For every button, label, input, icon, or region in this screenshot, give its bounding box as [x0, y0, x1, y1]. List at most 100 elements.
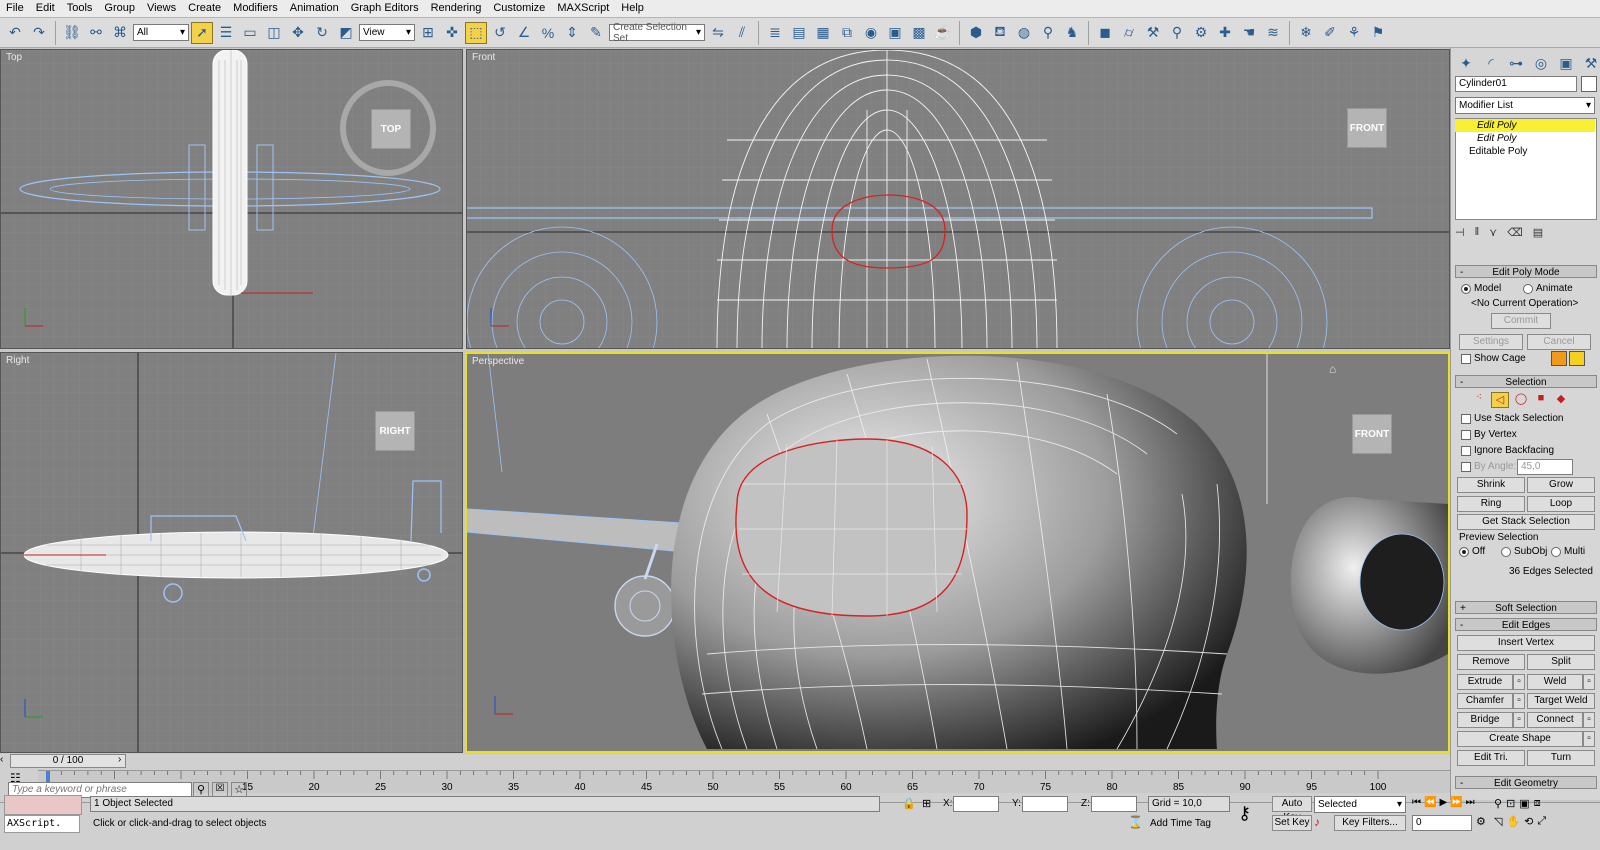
- settings-button[interactable]: Settings: [1459, 334, 1523, 350]
- viewport-right[interactable]: Right RIGHT: [0, 352, 463, 753]
- box-icon[interactable]: ◼: [1094, 22, 1116, 44]
- connect-settings-icon[interactable]: ▫: [1583, 712, 1595, 728]
- add-time-tag-label[interactable]: Add Time Tag: [1150, 818, 1211, 829]
- object-color-swatch[interactable]: [1581, 76, 1597, 92]
- remove-button[interactable]: Remove: [1457, 654, 1525, 670]
- wave-icon[interactable]: ≋: [1262, 22, 1284, 44]
- menu-modifiers[interactable]: Modifiers: [227, 0, 284, 17]
- set-key-icon[interactable]: ⚷: [1238, 803, 1251, 824]
- track-bar[interactable]: 5101520253035404550556065707580859095100: [38, 770, 1450, 793]
- preview-subobj-radio[interactable]: SubObj: [1501, 546, 1547, 557]
- modify-tab-icon[interactable]: ◜: [1480, 52, 1502, 74]
- auto-key-button[interactable]: Auto Key: [1272, 796, 1312, 823]
- named-selection-set-dropdown[interactable]: Create Selection Set ▾: [609, 22, 705, 44]
- border-icon[interactable]: ◯: [1513, 392, 1529, 406]
- rollout-soft-selection[interactable]: + Soft Selection: [1455, 601, 1597, 614]
- z-coordinate-field[interactable]: [1091, 796, 1137, 812]
- curve-editor-icon[interactable]: ▦: [812, 22, 834, 44]
- rotate-icon[interactable]: ↻: [311, 22, 333, 44]
- menu-tools[interactable]: Tools: [61, 0, 99, 17]
- cage-selected-color-swatch[interactable]: [1569, 351, 1585, 366]
- keyboard-shortcut-override-icon[interactable]: ⬚: [465, 21, 487, 44]
- viewport-front[interactable]: Front FRONT: [466, 49, 1450, 349]
- select-manipulate-icon[interactable]: ✜: [441, 22, 463, 44]
- preview-off-radio[interactable]: Off: [1459, 546, 1485, 557]
- stack-item-editable-poly[interactable]: Editable Poly: [1455, 145, 1595, 158]
- create-tab-icon[interactable]: ✦: [1455, 52, 1477, 74]
- bridge-button[interactable]: Bridge: [1457, 712, 1513, 728]
- menu-help[interactable]: Help: [615, 0, 650, 17]
- edge-icon[interactable]: ◁: [1491, 392, 1509, 408]
- time-slider-prev-icon[interactable]: ‹: [0, 754, 3, 765]
- schematic-view-icon[interactable]: ⧉: [836, 22, 858, 44]
- commit-button[interactable]: Commit: [1491, 313, 1551, 329]
- orbit-icon[interactable]: ⟲: [1524, 815, 1533, 828]
- maxscript-listener-mini[interactable]: [4, 795, 82, 815]
- select-object-icon[interactable]: ➚: [191, 21, 213, 44]
- show-end-result-icon[interactable]: ‖: [1475, 226, 1480, 239]
- zoom-icon[interactable]: ⚲: [1494, 797, 1502, 810]
- viewport-top-label[interactable]: Top: [6, 52, 22, 63]
- window-crossing-icon[interactable]: ◫: [263, 22, 285, 44]
- weld-settings-icon[interactable]: ▫: [1583, 674, 1595, 690]
- pin-stack-icon[interactable]: ⊣: [1455, 226, 1465, 239]
- cage-color-swatch[interactable]: [1551, 351, 1567, 366]
- lock-selection-icon[interactable]: 🔒: [902, 797, 916, 810]
- split-button[interactable]: Split: [1527, 654, 1595, 670]
- key-filter-icon[interactable]: ♪: [1314, 815, 1320, 829]
- hierarchy-tab-icon[interactable]: ⊶: [1505, 52, 1527, 74]
- weld-button[interactable]: Weld: [1527, 674, 1583, 690]
- shrink-button[interactable]: Shrink: [1457, 477, 1525, 493]
- zoom-extents-icon[interactable]: ▣: [1519, 797, 1529, 810]
- time-slider[interactable]: 0 / 100: [10, 754, 126, 768]
- helper-icon[interactable]: ✚: [1214, 22, 1236, 44]
- unlink-icon[interactable]: ⚯: [85, 22, 107, 44]
- select-link-icon[interactable]: ⛓: [61, 22, 83, 44]
- previous-frame-icon[interactable]: ⏪: [1424, 797, 1436, 808]
- menu-graph-editors[interactable]: Graph Editors: [345, 0, 425, 17]
- stack-item-edit-poly-1[interactable]: Edit Poly: [1455, 119, 1595, 132]
- render-production-icon[interactable]: ☕: [932, 22, 954, 44]
- teapot-icon[interactable]: ⛾: [989, 22, 1011, 44]
- menu-file[interactable]: File: [0, 0, 30, 17]
- material-editor-icon[interactable]: ◉: [860, 22, 882, 44]
- model-radio[interactable]: Model: [1461, 283, 1501, 294]
- maximize-viewport-icon[interactable]: ⤢: [1537, 815, 1546, 828]
- viewcube-perspective[interactable]: FRONT: [1352, 414, 1392, 454]
- menu-views[interactable]: Views: [141, 0, 182, 17]
- menu-create[interactable]: Create: [182, 0, 227, 17]
- scale-icon[interactable]: ◩: [335, 22, 357, 44]
- cylinder-icon[interactable]: ⌭: [1118, 22, 1140, 44]
- ring-button[interactable]: Ring: [1457, 496, 1525, 512]
- viewcube-right[interactable]: RIGHT: [375, 411, 415, 451]
- field-of-view-icon[interactable]: ◹: [1494, 815, 1502, 828]
- chamfer-button[interactable]: Chamfer: [1457, 693, 1513, 709]
- percent-snap-icon[interactable]: %: [537, 22, 559, 44]
- remove-modifier-icon[interactable]: ⌫: [1507, 226, 1523, 239]
- menu-customize[interactable]: Customize: [487, 0, 551, 17]
- vertex-icon[interactable]: ⁖: [1471, 392, 1487, 406]
- polygon-icon[interactable]: ■: [1533, 392, 1549, 406]
- particle-icon[interactable]: ❄: [1295, 22, 1317, 44]
- angle-snap-icon[interactable]: ∠: [513, 22, 535, 44]
- preview-multi-radio[interactable]: Multi: [1551, 546, 1585, 557]
- grow-button[interactable]: Grow: [1527, 477, 1595, 493]
- extrude-settings-icon[interactable]: ▫: [1513, 674, 1525, 690]
- set-key-button[interactable]: Set Key: [1272, 815, 1312, 831]
- object-name-field[interactable]: Cylinder01: [1455, 76, 1577, 92]
- pan-icon[interactable]: ✋: [1506, 815, 1520, 828]
- align-icon[interactable]: ⫽: [731, 22, 753, 44]
- stack-item-edit-poly-2[interactable]: Edit Poly: [1455, 132, 1595, 145]
- play-icon[interactable]: ▶: [1439, 797, 1447, 808]
- ribbon-icon[interactable]: ▤: [788, 22, 810, 44]
- element-icon[interactable]: ◆: [1553, 392, 1569, 406]
- connect-button[interactable]: Connect: [1527, 712, 1583, 728]
- hair-icon[interactable]: ⚘: [1343, 22, 1365, 44]
- chamfer-settings-icon[interactable]: ▫: [1513, 693, 1525, 709]
- by-angle-spinner[interactable]: 45,0: [1517, 459, 1573, 475]
- configure-sets-icon[interactable]: ▤: [1533, 226, 1543, 239]
- viewport-perspective[interactable]: Perspective FRONT ⌂: [465, 352, 1450, 753]
- viewport-top[interactable]: Top TOP: [0, 49, 463, 349]
- extrude-button[interactable]: Extrude: [1457, 674, 1513, 690]
- mirror-icon[interactable]: ⇋: [707, 22, 729, 44]
